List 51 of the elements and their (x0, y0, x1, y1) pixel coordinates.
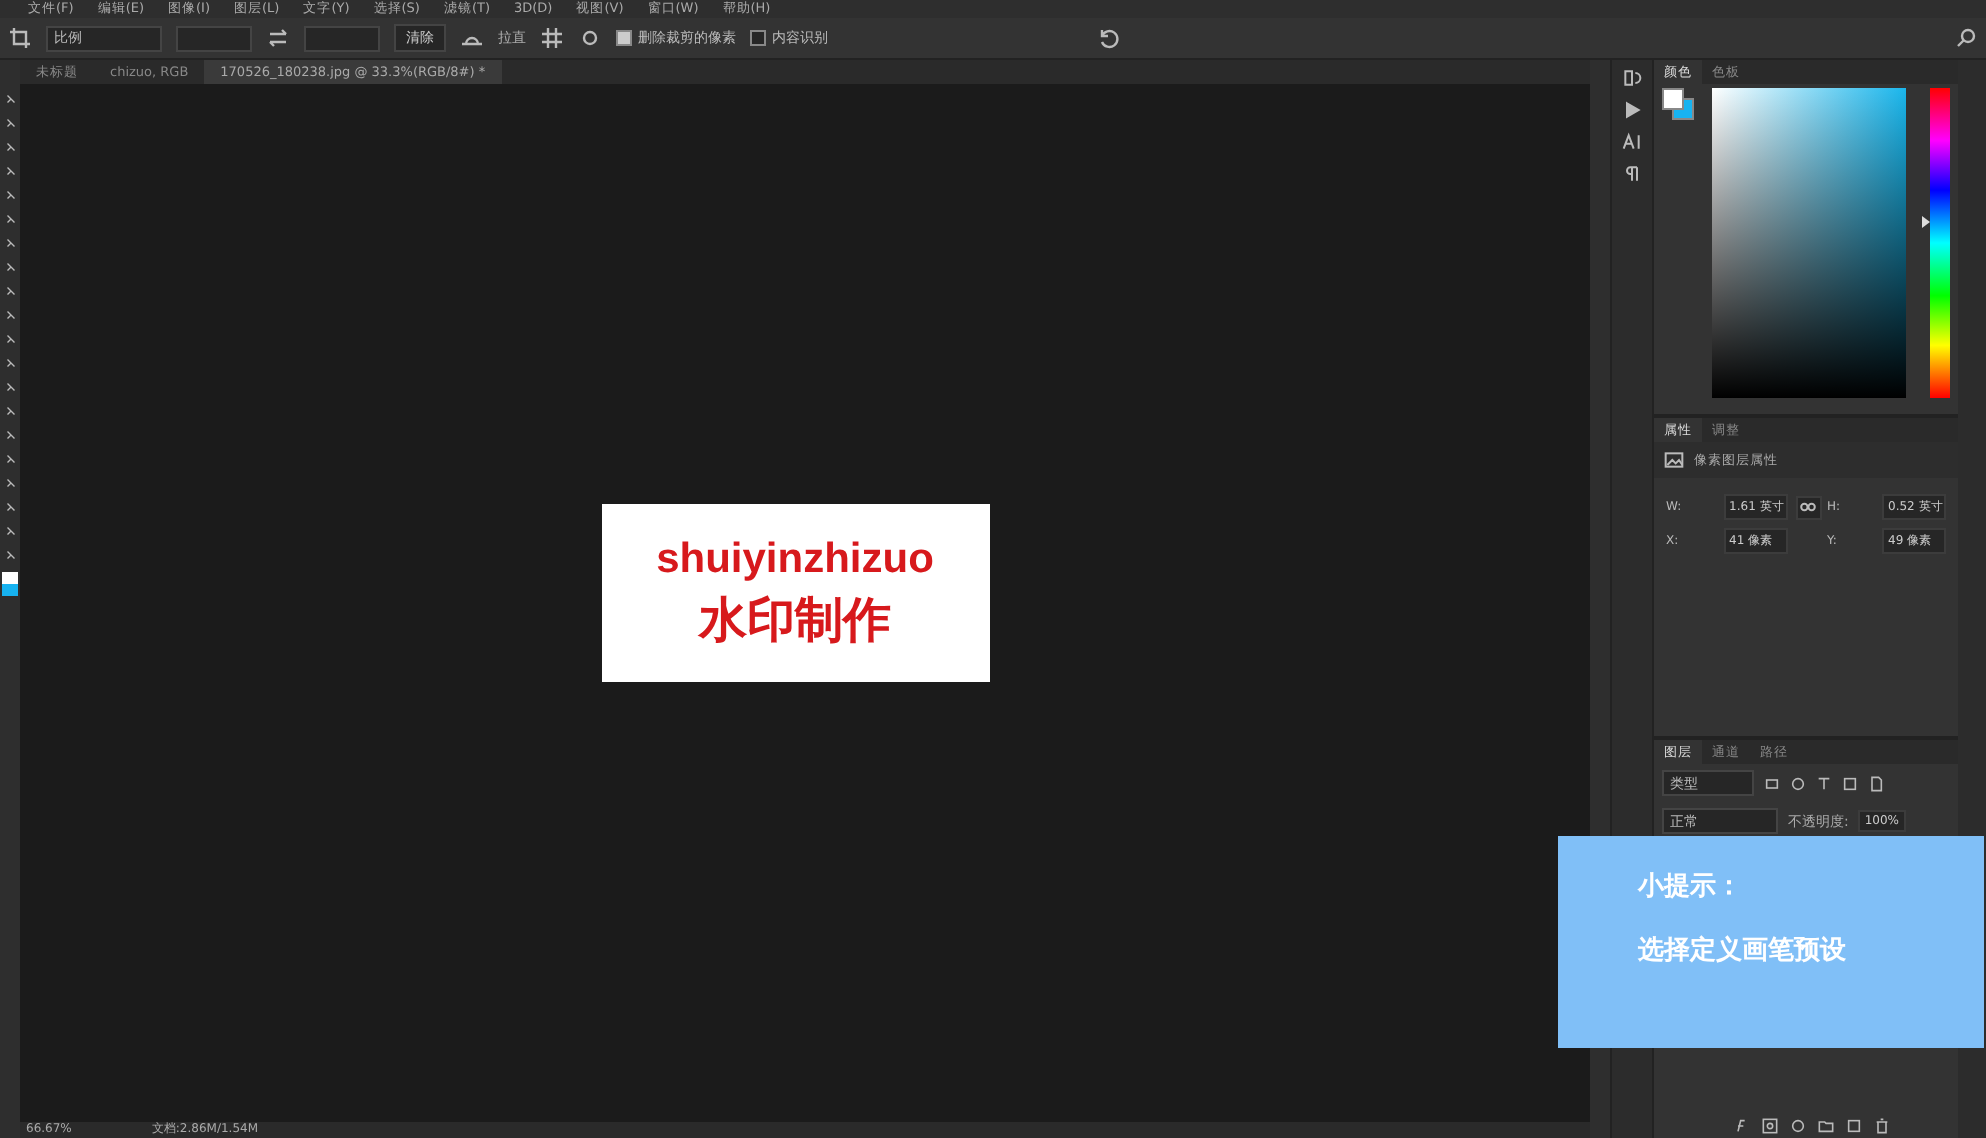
tool-icon[interactable] (3, 380, 17, 394)
color-swatch-icon[interactable] (2, 572, 18, 596)
tool-icon[interactable] (3, 332, 17, 346)
mask-icon[interactable] (1762, 1118, 1778, 1134)
adjustment-icon[interactable] (1790, 1118, 1806, 1134)
tool-icon[interactable] (3, 428, 17, 442)
tool-icon[interactable] (3, 236, 17, 250)
tool-icon[interactable] (3, 356, 17, 370)
paragraph-icon[interactable] (1622, 164, 1642, 184)
folder-icon[interactable] (1818, 1118, 1834, 1134)
tool-icon[interactable] (3, 188, 17, 202)
hue-thumb[interactable] (1922, 215, 1931, 228)
new-layer-icon[interactable] (1846, 1118, 1862, 1134)
image-filter-icon[interactable] (1764, 775, 1780, 791)
tool-icon[interactable] (3, 404, 17, 418)
tool-icon[interactable] (3, 116, 17, 130)
tool-icon[interactable] (3, 452, 17, 466)
trash-icon[interactable] (1874, 1118, 1890, 1134)
link-icon[interactable] (1795, 495, 1822, 519)
tool-icon[interactable] (3, 476, 17, 490)
tool-icon[interactable] (3, 500, 17, 514)
swap-icon[interactable] (266, 26, 290, 50)
shape-filter-icon[interactable] (1842, 775, 1858, 791)
image-icon[interactable] (1664, 450, 1684, 470)
tool-icon[interactable] (3, 92, 17, 106)
fx-icon[interactable] (1734, 1118, 1750, 1134)
search-icon[interactable] (1954, 26, 1978, 50)
smart-filter-icon[interactable] (1868, 775, 1884, 791)
height-field[interactable] (304, 25, 380, 51)
tip-text: 选择定义画笔预设 (1638, 933, 1848, 968)
play-icon[interactable] (1622, 100, 1642, 120)
tool-icon[interactable] (3, 212, 17, 226)
grid-icon[interactable] (540, 26, 564, 50)
character-icon[interactable] (1622, 132, 1642, 152)
history-icon[interactable] (1622, 68, 1642, 88)
crop-icon[interactable] (8, 26, 32, 50)
type-filter-icon[interactable] (1816, 775, 1832, 791)
tool-icon[interactable] (3, 164, 17, 178)
tool-icon[interactable] (3, 140, 17, 154)
color-field[interactable] (1712, 88, 1907, 398)
reset-icon[interactable] (1096, 26, 1120, 50)
tool-icon[interactable] (3, 284, 17, 298)
adjust-filter-icon[interactable] (1790, 775, 1806, 791)
tool-icon[interactable] (3, 548, 17, 562)
tool-icon[interactable] (3, 308, 17, 322)
tip-title: 小提示： (1638, 870, 1744, 904)
tool-icon[interactable] (3, 260, 17, 274)
tool-icon[interactable] (3, 524, 17, 538)
image-text: 水印制作 (699, 589, 891, 651)
width-field[interactable] (176, 25, 252, 51)
image-text: shuiyinzhizuo (656, 535, 934, 583)
